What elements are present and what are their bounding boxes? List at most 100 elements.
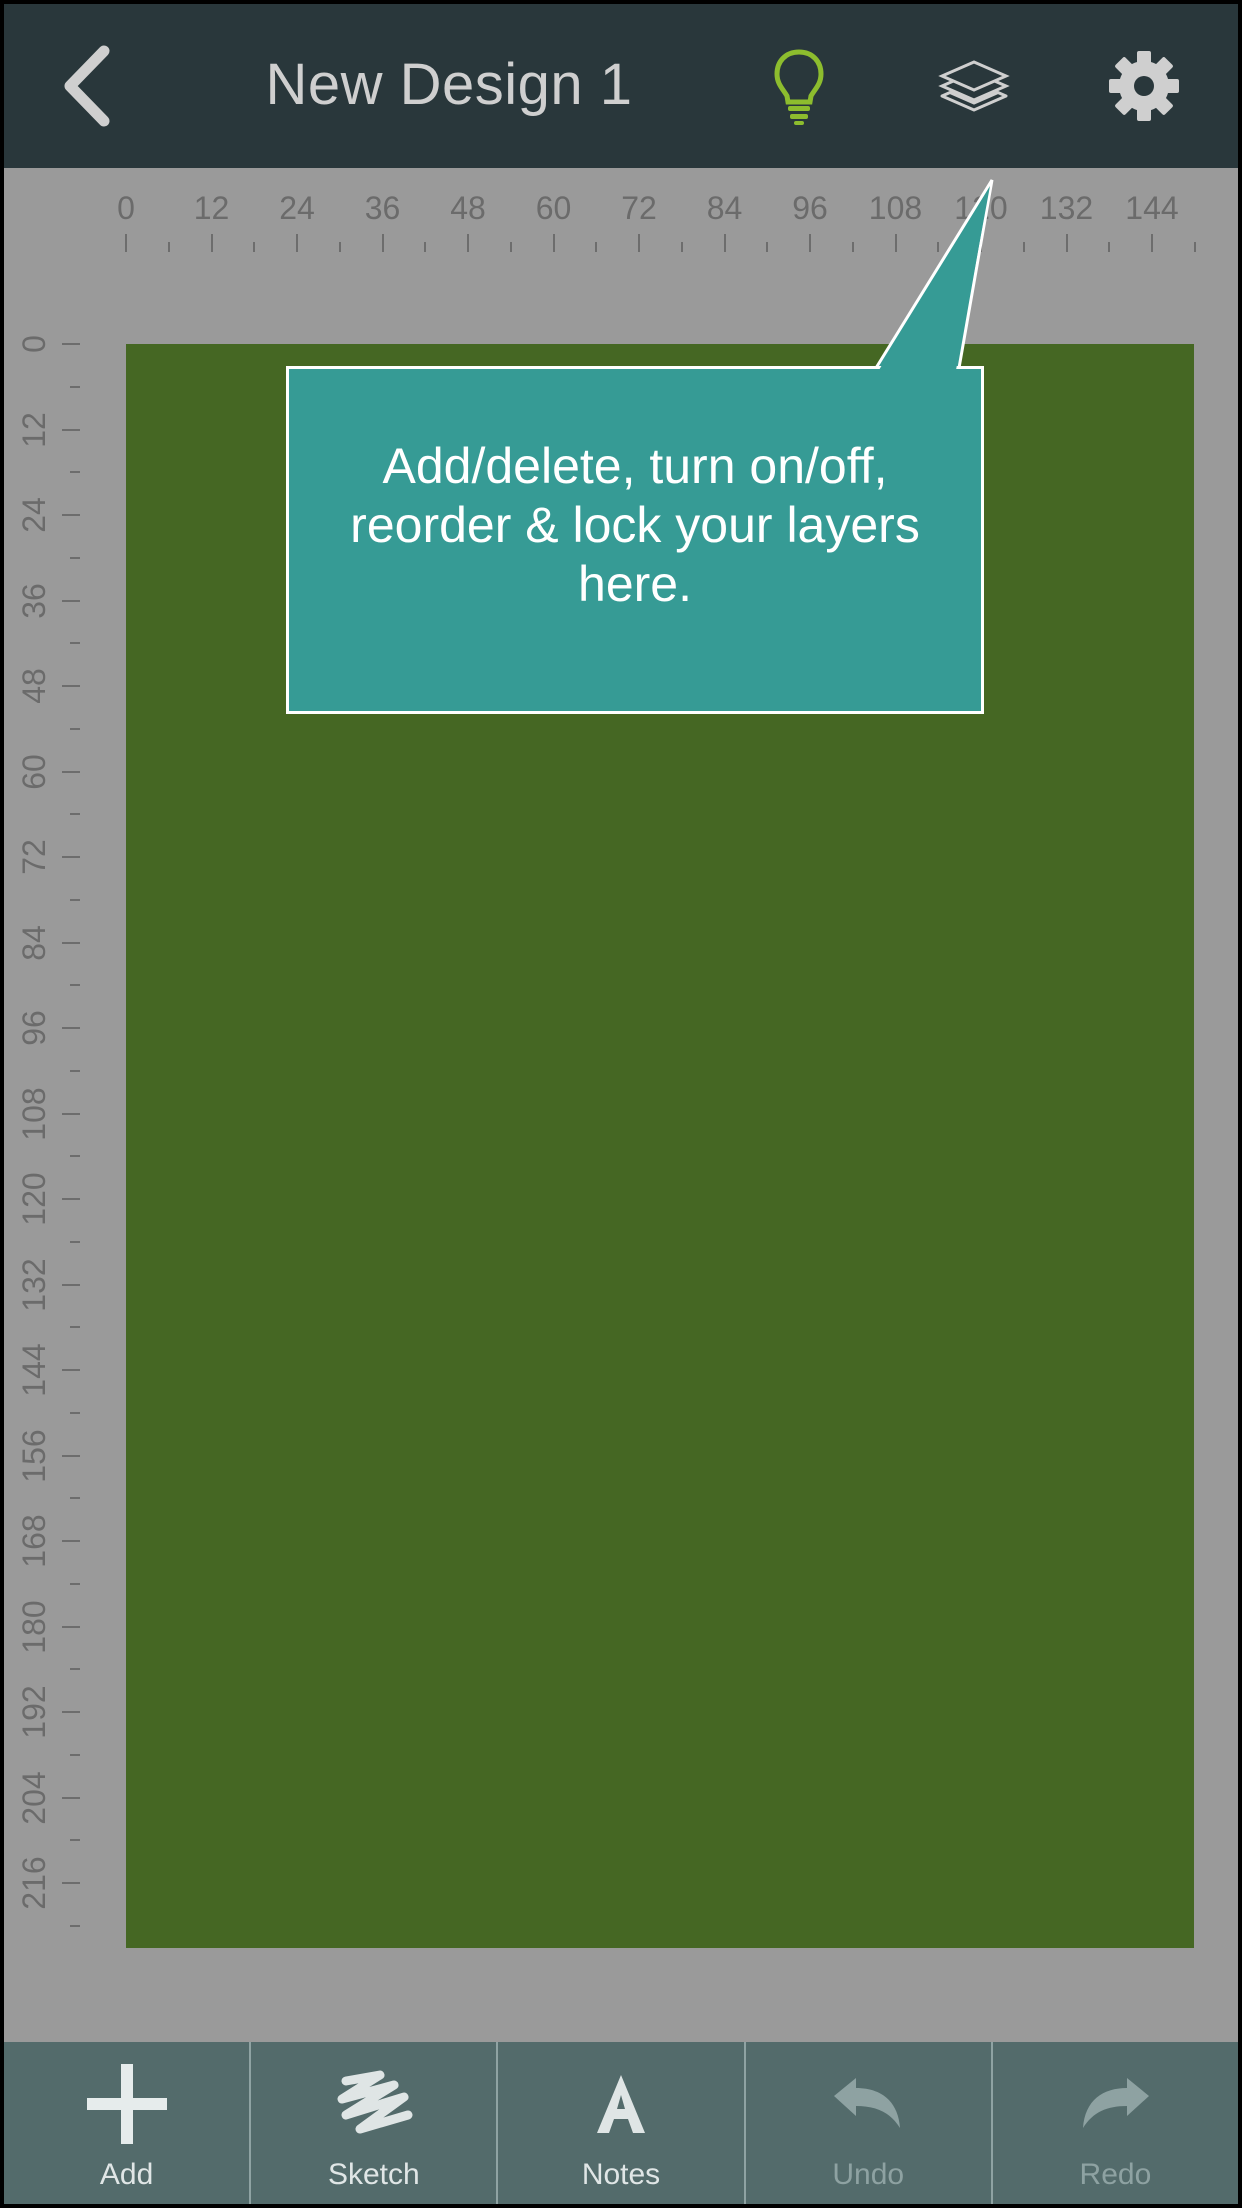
ruler-tick [467, 234, 469, 252]
ruler-tick [62, 343, 80, 345]
lightbulb-icon [774, 49, 824, 125]
layers-button[interactable] [914, 4, 1034, 168]
plus-icon [86, 2064, 167, 2144]
ruler-tick-minor [595, 242, 598, 252]
ruler-label-h: 60 [535, 190, 572, 226]
ruler-tick-minor [70, 1753, 80, 1756]
ruler-tick [296, 234, 298, 252]
ruler-tick [62, 1882, 80, 1884]
ruler-tick-minor [1193, 242, 1196, 252]
ruler-tick [62, 941, 80, 944]
letter-a-icon [597, 2075, 645, 2133]
ruler-label-h: 0 [117, 190, 135, 226]
ruler-tick-minor [680, 242, 683, 252]
chevron-left-icon [64, 45, 110, 127]
ruler-tick-minor [70, 1411, 80, 1414]
layers-tooltip[interactable]: Add/delete, turn on/off, reorder & lock … [286, 366, 984, 714]
ruler-label-h: 72 [621, 190, 657, 226]
ruler-label-h: 144 [1125, 190, 1179, 226]
ruler-label-h: 84 [706, 190, 743, 226]
ruler-tick [980, 234, 982, 252]
ruler-tick-minor [70, 1497, 80, 1500]
ruler-tick [62, 428, 80, 431]
ruler-tick-minor [70, 1069, 80, 1072]
undo-arrow-icon [834, 2078, 901, 2128]
add-label: Add [99, 2158, 154, 2191]
ruler-tick-minor [70, 1240, 80, 1243]
ruler-tick [62, 770, 80, 773]
ruler-tick [638, 234, 640, 252]
ruler-tick-minor [509, 242, 512, 252]
redo-button[interactable]: Redo [993, 2042, 1238, 2204]
ruler-tick [125, 234, 127, 252]
ruler-tick [62, 1369, 80, 1371]
ruler-tick [381, 234, 384, 252]
back-button[interactable] [34, 4, 144, 168]
settings-button[interactable] [1089, 4, 1199, 168]
ruler-tick-minor [1108, 242, 1111, 252]
ruler-tick-minor [70, 471, 80, 474]
ruler-label-h: 24 [279, 190, 315, 226]
ruler-tick-minor [70, 1326, 80, 1329]
ruler-label-h: 36 [364, 190, 401, 226]
ruler-tick [62, 1112, 80, 1115]
ruler-tick [62, 1283, 80, 1286]
ruler-tick-minor [70, 984, 80, 987]
ruler-label-h: 96 [792, 190, 828, 226]
ruler-tick [62, 1027, 80, 1029]
ruler-tick [723, 234, 726, 252]
ruler-tick-minor [70, 727, 80, 730]
undo-button[interactable]: Undo [746, 2042, 993, 2204]
ruler-tick-minor [70, 1839, 80, 1842]
ruler-tick-minor [70, 1155, 80, 1158]
ruler-label-h: 120 [954, 190, 1008, 226]
undo-label: Undo [832, 2158, 905, 2191]
tooltip-text: Add/delete, turn on/off, reorder & lock … [350, 437, 920, 612]
ruler-tick [552, 234, 555, 252]
ruler-tick-minor [70, 642, 80, 645]
ruler-tick [1151, 234, 1153, 252]
ruler-tick [894, 234, 897, 252]
sketch-label: Sketch [327, 2158, 420, 2191]
ruler-tick [62, 1625, 80, 1628]
ruler-tick-minor [937, 242, 940, 252]
notes-label: Notes [581, 2158, 661, 2191]
ruler-tick-minor [338, 242, 341, 252]
ruler-tick-minor [70, 898, 80, 901]
notes-button[interactable]: Notes [498, 2042, 746, 2204]
ruler-tick [62, 1540, 80, 1542]
ruler-tick [62, 1454, 80, 1457]
add-button[interactable]: Add [4, 2042, 252, 2204]
ruler-tick-minor [424, 242, 427, 252]
ruler-tick [62, 1198, 80, 1200]
ruler-tick-minor [70, 556, 80, 559]
ruler-label-h: 132 [1039, 190, 1094, 226]
ruler-tick [62, 1796, 80, 1799]
ruler-tick-minor [70, 1668, 80, 1671]
vertical-ruler: 0 12 24 36 48 60 72 84 96 108 120 132 144 156 168 180 19… [4, 252, 80, 2042]
ruler-label-h: 12 [193, 190, 230, 226]
sketch-button[interactable]: Sketch [251, 2042, 499, 2204]
gear-icon [1109, 51, 1179, 121]
ruler-label-h: 48 [450, 190, 486, 226]
ruler-tick-minor [253, 242, 256, 252]
ruler-tick-minor [1022, 242, 1025, 252]
redo-arrow-icon [1083, 2078, 1150, 2128]
bottom-toolbar: Add Sketch Notes Undo Redo [4, 2042, 1238, 2204]
ruler-tick [62, 599, 80, 602]
tips-button[interactable] [744, 4, 854, 168]
ruler-tick-minor [851, 242, 854, 252]
ruler-tick-minor [70, 1582, 80, 1585]
horizontal-ruler: 0 12 24 36 48 60 72 84 96 108 120 132 144 [4, 168, 1238, 252]
ruler-tick [62, 685, 80, 687]
ruler-tick-minor [70, 813, 80, 816]
ruler-tick [62, 514, 80, 516]
ruler-tick-minor [70, 385, 80, 388]
layers-icon [938, 60, 1010, 112]
app-screen: New Design 1 0 12 24 36 48 60 72 84 96 1… [4, 4, 1238, 2204]
sketch-scribble-icon [337, 2070, 413, 2134]
top-bar: New Design 1 [4, 4, 1238, 168]
ruler-tick [1065, 234, 1068, 252]
ruler-tick [62, 856, 80, 858]
ruler-tick-minor [766, 242, 769, 252]
